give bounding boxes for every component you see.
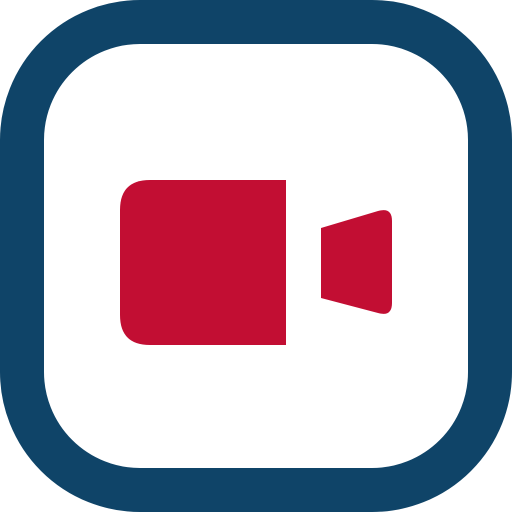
app-icon-graphic [0,0,512,512]
video-app-icon[interactable] [0,0,512,512]
camera-lens [321,210,392,314]
camera-body [120,180,286,345]
